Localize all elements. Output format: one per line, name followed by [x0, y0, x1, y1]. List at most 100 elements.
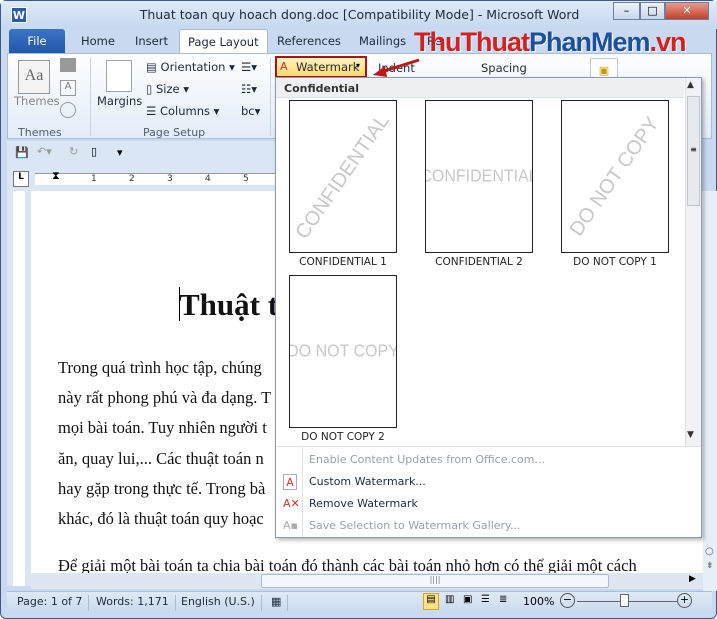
- gallery-item-confidential-1[interactable]: CONFIDENTIAL CONFIDENTIAL 1: [289, 100, 408, 268]
- zoom-out-button[interactable]: −: [560, 593, 575, 608]
- watermark-preview: CONFIDENTIAL: [425, 166, 533, 186]
- remove-watermark-item[interactable]: A✕ Remove Watermark: [276, 493, 701, 515]
- scroll-right-icon[interactable]: ▶: [689, 574, 696, 584]
- web-layout-icon[interactable]: ▣: [463, 594, 472, 605]
- horizontal-scrollbar[interactable]: |||| ▶: [31, 573, 703, 589]
- remove-watermark-icon: A✕: [283, 497, 300, 510]
- line-numbers-icon[interactable]: ☷▾: [241, 82, 257, 96]
- gallery-item-confidential-2[interactable]: CONFIDENTIAL CONFIDENTIAL 2: [425, 100, 544, 268]
- save-icon[interactable]: 💾: [15, 146, 29, 159]
- customize-qat-icon[interactable]: ▾: [117, 146, 123, 159]
- divider: [90, 58, 91, 136]
- scroll-down-icon[interactable]: ▼: [687, 430, 694, 440]
- margins-button[interactable]: Margins: [97, 94, 142, 108]
- new-document-icon[interactable]: ▯: [91, 145, 97, 158]
- gallery-item-label: CONFIDENTIAL 2: [435, 256, 523, 268]
- paragraph-line: mọi bài toán. Tuy nhiên người t: [58, 418, 267, 437]
- gallery-item-do-not-copy-2[interactable]: DO NOT COPY DO NOT COPY 2: [289, 275, 408, 443]
- document-title: Thuật t: [179, 287, 279, 322]
- language-status[interactable]: English (U.S.): [175, 595, 262, 611]
- menu-item-label: Custom Watermark...: [309, 475, 426, 488]
- horizontal-ruler[interactable]: L 1 2 3 4 5 ⧗: [7, 167, 279, 191]
- tab-selector[interactable]: L: [13, 171, 29, 187]
- window-title: Thuat toan quy hoach dong.doc [Compatibi…: [139, 7, 580, 22]
- page-count[interactable]: Page: 1 of 7: [11, 595, 90, 611]
- ruler-mark: 1: [91, 174, 97, 184]
- gallery-section-header: Confidential: [276, 78, 684, 98]
- themes-icon[interactable]: Aa: [18, 60, 50, 94]
- orientation-button[interactable]: ▤ Orientation ▾: [146, 60, 235, 74]
- quick-access-toolbar: 💾 ↶▾ ↻ ▯ ▾: [7, 141, 277, 167]
- columns-button[interactable]: ☰ Columns ▾: [146, 104, 219, 118]
- theme-effects-icon[interactable]: [60, 102, 76, 118]
- spacing-label: Spacing: [481, 61, 527, 75]
- menu-item-label: Enable Content Updates from Office.com..…: [309, 453, 545, 466]
- tab-references[interactable]: References: [269, 29, 349, 54]
- watermark-button[interactable]: A Watermark ▾: [275, 56, 367, 78]
- ruler-mark: 2: [129, 174, 135, 184]
- watermark-preview: CONFIDENTIAL: [291, 109, 394, 243]
- outline-view-icon[interactable]: ☰: [481, 594, 490, 605]
- watermark-preview: DO NOT COPY: [289, 341, 397, 361]
- next-page-icon[interactable]: ⇟: [706, 561, 714, 571]
- paragraph-line: khác, đó là thuật toán quy hoạc: [58, 509, 264, 528]
- ruler-mark: 5: [243, 174, 249, 184]
- gallery-scrollbar[interactable]: ▲ ≡ ▼: [685, 78, 701, 446]
- zoom-slider-thumb[interactable]: [620, 594, 629, 607]
- gallery-item-label: CONFIDENTIAL 1: [299, 256, 387, 268]
- macro-recording-icon[interactable]: ▦: [265, 595, 289, 611]
- save-selection-to-gallery-item: A▪ Save Selection to Watermark Gallery...: [276, 515, 701, 537]
- tab-insert[interactable]: Insert: [127, 29, 176, 54]
- vertical-ruler: [7, 191, 31, 586]
- paragraph-line: hay gặp trong thực tế. Trong bà: [58, 479, 266, 498]
- word-count[interactable]: Words: 1,171: [90, 595, 176, 611]
- ruler-mark: 3: [167, 174, 173, 184]
- theme-colors-icon[interactable]: [60, 58, 76, 72]
- margins-icon[interactable]: [106, 60, 132, 92]
- indent-marker[interactable]: ⧗: [52, 169, 60, 183]
- full-screen-reading-icon[interactable]: ▥: [445, 594, 454, 605]
- minimize-button[interactable]: –: [613, 2, 640, 20]
- watermark-icon: A: [280, 60, 288, 73]
- status-bar: Page: 1 of 7 Words: 1,171 English (U.S.)…: [7, 591, 712, 613]
- size-button[interactable]: ▯ Size ▾: [146, 82, 189, 96]
- tab-file[interactable]: File: [9, 29, 65, 54]
- close-button[interactable]: ✕: [665, 2, 709, 20]
- custom-watermark-icon: A: [283, 474, 297, 490]
- menu-divider: [276, 446, 701, 447]
- vertical-scrollbar[interactable]: ○ ⇟: [703, 191, 717, 591]
- scroll-up-icon[interactable]: ▲: [687, 80, 694, 90]
- paragraph-line: này rất phong phú và đa dạng. T: [58, 388, 272, 407]
- watermark-gallery-dropdown: Confidential CONFIDENTIAL CONFIDENTIAL 1…: [275, 77, 702, 538]
- browse-object-icon[interactable]: ○: [705, 546, 714, 557]
- tab-page-layout[interactable]: Page Layout: [179, 29, 268, 54]
- menu-item-label: Save Selection to Watermark Gallery...: [309, 519, 521, 532]
- breaks-icon[interactable]: ☰▾: [241, 60, 257, 74]
- theme-fonts-icon[interactable]: A: [60, 80, 76, 96]
- maximize-button[interactable]: □: [640, 2, 665, 20]
- themes-button[interactable]: Themes: [14, 94, 60, 108]
- watermark-preview: DO NOT COPY: [565, 112, 664, 240]
- gallery-item-label: DO NOT COPY 1: [573, 256, 657, 268]
- print-layout-view-icon[interactable]: ▤: [423, 593, 439, 610]
- gallery-item-do-not-copy-1[interactable]: DO NOT COPY DO NOT COPY 1: [561, 100, 680, 268]
- undo-icon[interactable]: ↶▾: [37, 145, 52, 158]
- gallery-item-label: DO NOT COPY 2: [301, 431, 385, 443]
- custom-watermark-item[interactable]: A Custom Watermark...: [276, 471, 701, 493]
- hyphenation-icon[interactable]: bc▾: [241, 104, 260, 118]
- zoom-in-button[interactable]: +: [677, 593, 692, 608]
- chevron-down-icon: ▾: [356, 61, 361, 70]
- orientation-label: Orientation: [160, 60, 226, 74]
- divider: [270, 58, 271, 136]
- draft-view-icon[interactable]: ≣: [499, 594, 507, 605]
- gallery-scroll-thumb[interactable]: ≡: [687, 96, 700, 206]
- red-arrow-annotation: [373, 58, 420, 77]
- size-label: Size: [155, 82, 180, 96]
- scroll-thumb[interactable]: ||||: [261, 574, 609, 588]
- tab-home[interactable]: Home: [73, 29, 123, 54]
- menu-item-label: Remove Watermark: [309, 497, 418, 510]
- tab-mailings[interactable]: Mailings: [351, 29, 414, 54]
- redo-icon[interactable]: ↻: [69, 145, 78, 158]
- zoom-level[interactable]: 100%: [523, 595, 554, 608]
- watermark-label: Watermark: [296, 60, 360, 74]
